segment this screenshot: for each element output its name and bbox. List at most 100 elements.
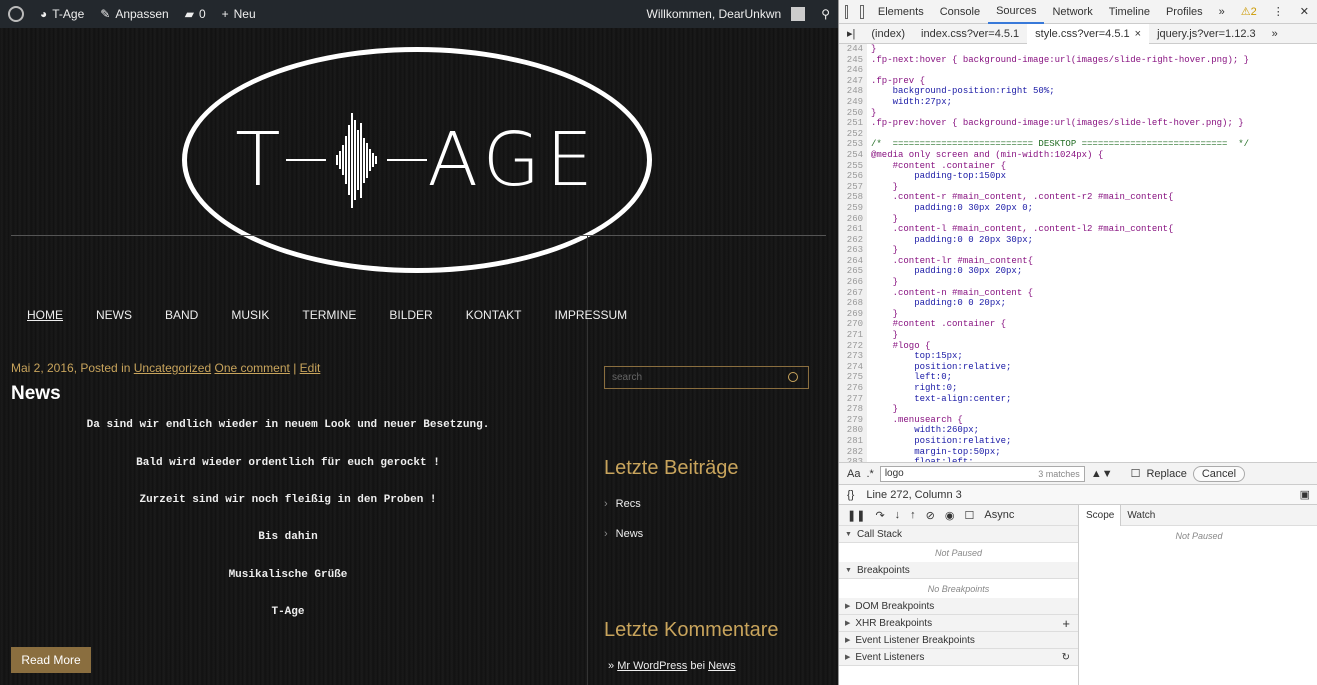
- warnings-badge[interactable]: ⚠2: [1233, 0, 1265, 24]
- code-editor[interactable]: 244} 245 .fp-next:hover { background-image…: [839, 44, 1317, 462]
- line-number[interactable]: 274: [839, 361, 867, 373]
- line-number[interactable]: 251: [839, 118, 867, 129]
- line-number[interactable]: 256: [839, 171, 867, 182]
- call-stack-section[interactable]: ▼ Call Stack: [839, 526, 1078, 543]
- code-line[interactable]: 246: [839, 65, 1317, 76]
- recent-post-item[interactable]: › News: [604, 528, 643, 540]
- code-line[interactable]: 278 }: [839, 404, 1317, 415]
- code-line[interactable]: 274 position:relative;: [839, 361, 1317, 373]
- code-line[interactable]: 256 padding-top:150px: [839, 171, 1317, 182]
- device-mode-icon[interactable]: [860, 4, 864, 19]
- tab-timeline[interactable]: Timeline: [1101, 0, 1158, 24]
- more-files-button[interactable]: »: [1264, 24, 1286, 44]
- line-number[interactable]: 259: [839, 202, 867, 214]
- more-tabs-button[interactable]: »: [1211, 0, 1233, 24]
- code-line[interactable]: 269 }: [839, 308, 1317, 320]
- code-line[interactable]: 244}: [839, 44, 1317, 55]
- event-listener-breakpoints-section[interactable]: ▶ Event Listener Breakpoints: [839, 632, 1078, 649]
- read-more-button[interactable]: Read More: [11, 647, 91, 673]
- line-number[interactable]: 277: [839, 393, 867, 405]
- tab-profiles[interactable]: Profiles: [1158, 0, 1211, 24]
- code-line[interactable]: 271 }: [839, 330, 1317, 341]
- file-tab[interactable]: jquery.js?ver=1.12.3: [1149, 24, 1264, 44]
- async-checkbox[interactable]: ☐: [964, 509, 974, 522]
- pretty-print-icon[interactable]: {}: [847, 489, 854, 501]
- inspect-icon[interactable]: [845, 4, 849, 19]
- line-number[interactable]: 271: [839, 330, 867, 341]
- comment-author-link[interactable]: Mr WordPress: [617, 660, 687, 672]
- line-number[interactable]: 281: [839, 435, 867, 447]
- replace-checkbox[interactable]: ☐: [1131, 467, 1141, 480]
- code-line[interactable]: 245 .fp-next:hover { background-image:url…: [839, 54, 1317, 66]
- find-nav-arrows[interactable]: ▲▼: [1091, 468, 1113, 480]
- code-line[interactable]: 258 .content-r #main_content, .content-r…: [839, 192, 1317, 203]
- code-line[interactable]: 251 .fp-prev:hover { background-image:url…: [839, 118, 1317, 129]
- code-line[interactable]: 247 .fp-prev {: [839, 75, 1317, 87]
- line-number[interactable]: 255: [839, 160, 867, 172]
- line-number[interactable]: 260: [839, 213, 867, 225]
- line-number[interactable]: 252: [839, 128, 867, 140]
- line-number[interactable]: 250: [839, 107, 867, 119]
- code-line[interactable]: 273 top:15px;: [839, 351, 1317, 362]
- code-line[interactable]: 253 /* ========================== DESKTOP…: [839, 139, 1317, 150]
- nav-item-band[interactable]: BAND: [165, 308, 198, 322]
- pause-exceptions-icon[interactable]: ◉: [945, 509, 955, 522]
- regex-toggle[interactable]: .*: [866, 468, 873, 480]
- dom-breakpoints-section[interactable]: ▶ DOM Breakpoints: [839, 598, 1078, 615]
- nav-item-musik[interactable]: MUSIK: [231, 308, 269, 322]
- line-number[interactable]: 275: [839, 372, 867, 383]
- recent-post-item[interactable]: › Recs: [604, 498, 641, 510]
- xhr-breakpoints-section[interactable]: ▶ XHR Breakpoints +: [839, 615, 1078, 632]
- site-logo[interactable]: T AGE: [182, 47, 652, 273]
- code-line[interactable]: 281 position:relative;: [839, 435, 1317, 447]
- code-line[interactable]: 264 .content-lr #main_content{: [839, 255, 1317, 267]
- line-number[interactable]: 248: [839, 86, 867, 97]
- nav-item-impressum[interactable]: IMPRESSUM: [555, 308, 628, 322]
- match-case-toggle[interactable]: Aa: [847, 468, 860, 480]
- new-button[interactable]: + Neu: [214, 0, 264, 28]
- line-number[interactable]: 279: [839, 414, 867, 426]
- search-icon[interactable]: [788, 372, 798, 382]
- line-number[interactable]: 265: [839, 266, 867, 278]
- code-line[interactable]: 277 text-align:center;: [839, 393, 1317, 405]
- code-line[interactable]: 272 #logo {: [839, 340, 1317, 352]
- category-link[interactable]: Uncategorized: [134, 361, 211, 375]
- nav-item-bilder[interactable]: BILDER: [389, 308, 432, 322]
- account-button[interactable]: Willkommen, DearUnkwn: [639, 0, 814, 28]
- code-line[interactable]: 266 }: [839, 277, 1317, 288]
- line-number[interactable]: 272: [839, 340, 867, 352]
- line-number[interactable]: 276: [839, 383, 867, 394]
- line-number[interactable]: 244: [839, 44, 867, 55]
- code-line[interactable]: 263 }: [839, 245, 1317, 256]
- step-out-icon[interactable]: ↑: [910, 509, 916, 521]
- code-line[interactable]: 261 .content-l #main_content, .content-l…: [839, 224, 1317, 235]
- line-number[interactable]: 264: [839, 255, 867, 267]
- code-line[interactable]: 254 @media only screen and (min-width:102…: [839, 149, 1317, 161]
- code-line[interactable]: 276 right:0;: [839, 383, 1317, 394]
- toggle-drawer-icon[interactable]: ▣: [1300, 488, 1310, 501]
- tab-network[interactable]: Network: [1044, 0, 1100, 24]
- line-number[interactable]: 245: [839, 54, 867, 66]
- search-input[interactable]: search: [604, 366, 809, 389]
- nav-item-kontakt[interactable]: KONTAKT: [466, 308, 522, 322]
- tab-watch[interactable]: Watch: [1121, 505, 1161, 526]
- close-icon[interactable]: ✕: [1292, 0, 1317, 24]
- cancel-button[interactable]: Cancel: [1192, 465, 1246, 482]
- code-line[interactable]: 249 width:27px;: [839, 96, 1317, 108]
- comment-post-link[interactable]: News: [708, 660, 736, 672]
- recent-post-link[interactable]: Recs: [616, 498, 641, 510]
- customize-button[interactable]: ✎ Anpassen: [92, 0, 176, 28]
- code-line[interactable]: 250}: [839, 107, 1317, 119]
- line-number[interactable]: 278: [839, 404, 867, 415]
- step-over-icon[interactable]: ↷: [875, 509, 884, 522]
- comments-link[interactable]: One comment: [214, 361, 289, 375]
- line-number[interactable]: 261: [839, 224, 867, 235]
- line-number[interactable]: 273: [839, 351, 867, 362]
- event-listeners-section[interactable]: ▶ Event Listeners ↻: [839, 649, 1078, 666]
- line-number[interactable]: 253: [839, 139, 867, 150]
- line-number[interactable]: 247: [839, 75, 867, 87]
- step-into-icon[interactable]: ↓: [895, 509, 901, 521]
- add-icon[interactable]: +: [1062, 616, 1070, 631]
- line-number[interactable]: 282: [839, 446, 867, 458]
- line-number[interactable]: 262: [839, 234, 867, 246]
